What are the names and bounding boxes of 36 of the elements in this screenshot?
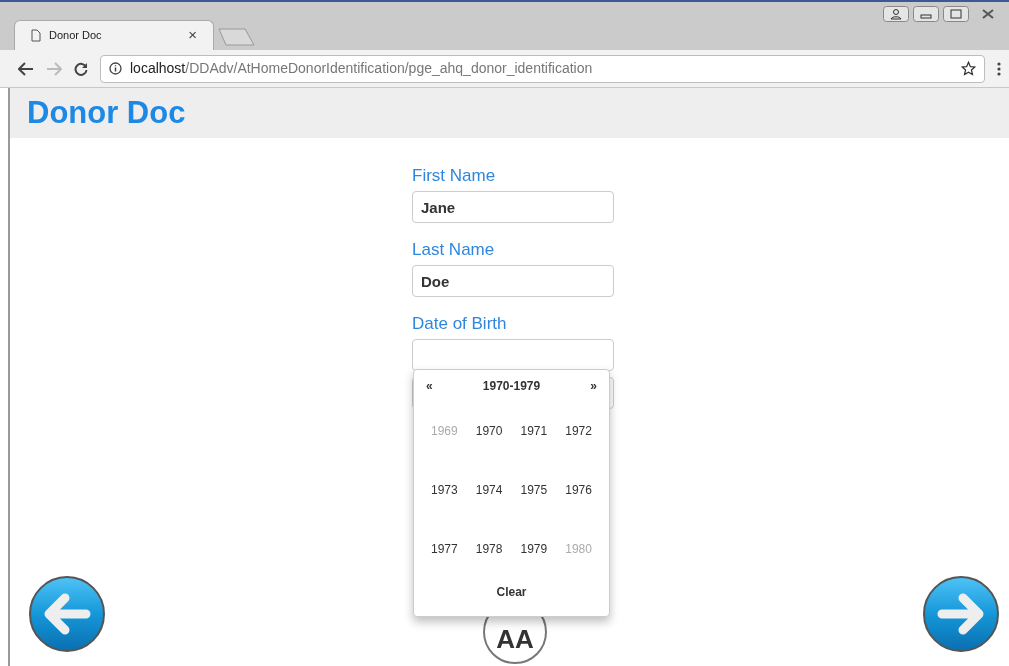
field-label: First Name — [412, 165, 497, 187]
star-icon[interactable] — [961, 61, 976, 76]
year-cell[interactable]: 1977 — [422, 519, 467, 578]
field-label: Last Name — [412, 239, 496, 261]
app-title: Donor Doc — [27, 93, 186, 132]
year-cell[interactable]: 1979 — [511, 519, 557, 578]
year-cell[interactable]: 1970 — [466, 402, 512, 461]
input-field[interactable]: Jane — [412, 191, 614, 223]
year-cell[interactable]: 1973 — [422, 460, 467, 520]
year-cell[interactable]: 1972 — [556, 402, 601, 461]
reload-icon[interactable] — [74, 61, 88, 76]
back-arrow-button[interactable] — [28, 575, 106, 653]
year-cell[interactable]: 1974 — [466, 460, 512, 520]
browser-tab[interactable]: Donor Doc × — [14, 20, 214, 50]
year-cell[interactable]: 1971 — [511, 402, 557, 461]
page-icon — [31, 29, 41, 42]
year-cell[interactable]: 1976 — [556, 460, 601, 520]
minimize-icon[interactable] — [913, 6, 939, 22]
maximize-icon[interactable] — [943, 6, 969, 22]
decade-title[interactable]: 1970-1979 — [482, 377, 541, 395]
input-field[interactable]: Doe — [412, 265, 614, 297]
url-text: localhost/DDAdv/AtHomeDonorIdentification/pge_ahq_donor_identification — [130, 59, 594, 78]
forward-arrow-button[interactable] — [922, 575, 1000, 653]
user-icon[interactable] — [883, 6, 909, 22]
previous-decade-button[interactable]: « — [426, 377, 433, 395]
info-icon — [109, 62, 122, 75]
close-tab-button[interactable]: × — [188, 24, 197, 47]
clear-button[interactable]: Clear — [422, 583, 601, 601]
menu-icon[interactable] — [997, 61, 1001, 76]
field-label: Date of Birth — [412, 313, 508, 335]
year-cell[interactable]: 1978 — [466, 519, 512, 578]
next-decade-button[interactable]: » — [590, 377, 597, 395]
back-icon[interactable] — [18, 61, 34, 76]
tab-title: Donor Doc — [49, 28, 103, 44]
address-bar[interactable]: localhost/DDAdv/AtHomeDonorIdentification/pge_ahq_donor_identification — [100, 54, 985, 83]
year-cell[interactable]: 1975 — [511, 460, 557, 520]
